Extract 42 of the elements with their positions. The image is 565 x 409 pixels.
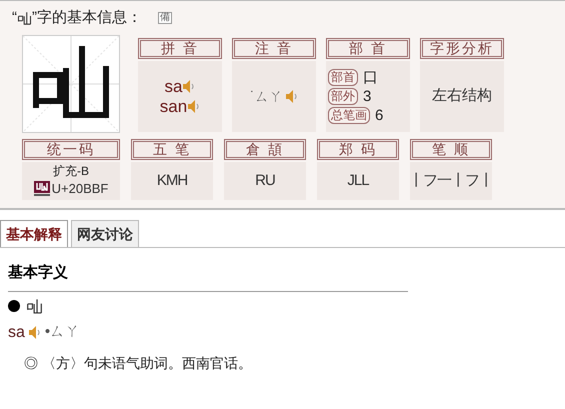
- reference-icon[interactable]: 備: [158, 12, 172, 24]
- column-header: 统一码: [22, 139, 120, 160]
- pinyin-reading: sa: [8, 322, 25, 342]
- bullet-icon: [8, 300, 20, 312]
- field-value: 6: [375, 106, 384, 124]
- column-header: 字形分析: [420, 38, 504, 59]
- zhuyin-reading: •ㄙㄚ: [44, 322, 80, 342]
- field-label: 部首: [328, 69, 358, 86]
- tab[interactable]: 网友讨论: [71, 220, 139, 247]
- character-glyph-icon: [26, 298, 43, 314]
- field-label: 总笔画: [328, 107, 370, 124]
- field-value: 3: [363, 88, 372, 106]
- speaker-icon[interactable]: [286, 90, 298, 103]
- column-header: 郑 码: [317, 139, 399, 160]
- column-header: 笔 顺: [410, 139, 492, 160]
- speaker-icon[interactable]: [188, 100, 200, 113]
- cell-value: 左右结构: [432, 86, 492, 106]
- unicode-logo-icon: [34, 181, 50, 197]
- speaker-icon[interactable]: [183, 80, 196, 93]
- column-header: 部 首: [326, 38, 410, 59]
- tab[interactable]: 基本解释: [0, 220, 68, 247]
- column-header: 倉 頡: [224, 139, 306, 160]
- cell-value: RU: [255, 170, 275, 191]
- field-label: 部外: [328, 88, 358, 105]
- column-header: 五 笔: [131, 139, 213, 160]
- block-label: 扩充-B: [53, 163, 89, 180]
- zhuyin-reading: ˙ㄙㄚ: [250, 87, 283, 106]
- character-glyph-icon: [17, 10, 32, 26]
- pinyin-reading: san: [160, 96, 188, 116]
- section-heading: 基本字义: [8, 262, 408, 292]
- quote-mark: “: [12, 8, 17, 28]
- cell-value: JLL: [347, 170, 369, 191]
- cell-value: KMH: [156, 170, 188, 191]
- field-value: 口: [363, 68, 378, 86]
- column-header: 注 音: [232, 38, 316, 59]
- pinyin-reading: sa: [164, 76, 182, 96]
- unicode-code: U+20BBF: [52, 180, 108, 198]
- page-title: ”字的基本信息：: [32, 8, 142, 28]
- column-header: 拼 音: [138, 38, 222, 59]
- cell-value: 丨フ一丨フ丨: [409, 170, 493, 191]
- speaker-icon[interactable]: [28, 326, 41, 339]
- definition-text: ◎ 〈方〉句未语气助词。西南官话。: [24, 354, 253, 372]
